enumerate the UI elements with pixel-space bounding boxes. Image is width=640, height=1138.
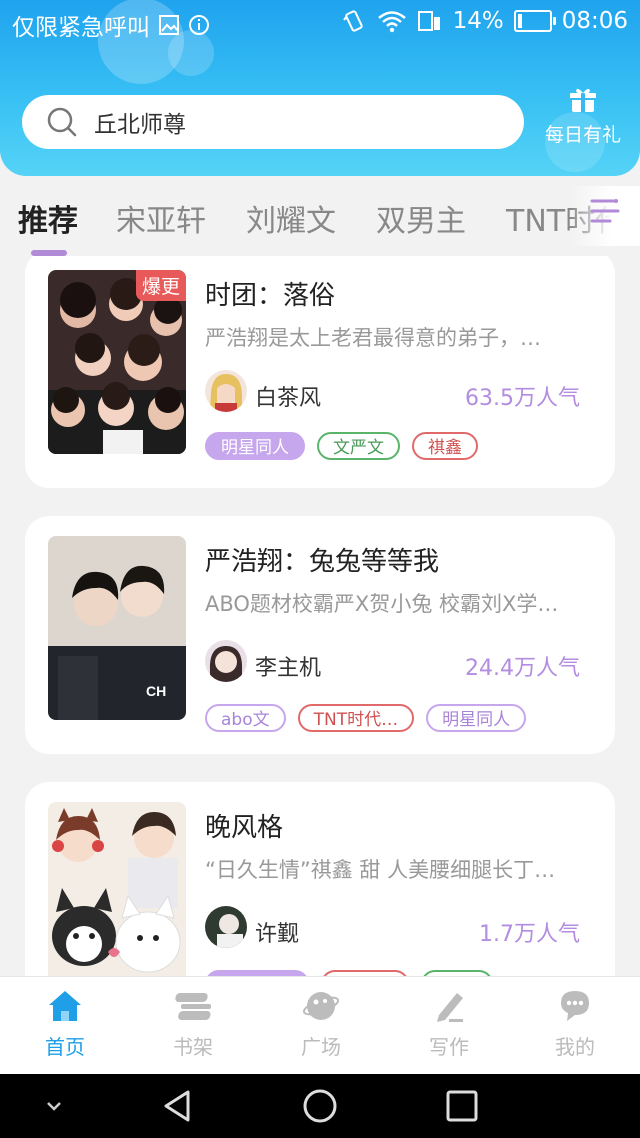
popularity-count: 63.5万人气 [465, 386, 580, 411]
search-bar[interactable]: 丘北师尊 [22, 95, 524, 149]
wifi-icon [377, 11, 406, 33]
nav-bookshelf[interactable]: 书架 [129, 989, 257, 1060]
tag-list: 明星同人 文严文 祺鑫 [205, 432, 478, 460]
book-description: 严浩翔是太上老君最得意的弟子，… [205, 326, 541, 350]
tab-song-yaxuan[interactable]: 宋亚轩 [116, 196, 206, 240]
tab-recommend[interactable]: 推荐 [18, 196, 78, 240]
clock: 08:06 [561, 8, 628, 34]
avatar[interactable] [205, 640, 247, 682]
nav-label: 广场 [301, 1035, 341, 1059]
recents-icon[interactable] [444, 1088, 480, 1124]
tag[interactable]: 文严文 [317, 432, 400, 460]
search-icon [47, 107, 77, 137]
popularity-count: 1.7万人气 [479, 922, 580, 947]
avatar[interactable] [205, 906, 247, 948]
book-list: 爆更 时团：落俗 严浩翔是太上老君最得意的弟子，… 白茶风 63.5万人气 明星… [0, 256, 640, 976]
book-title[interactable]: 晚风格 [205, 807, 283, 844]
gift-label: 每日有礼 [544, 124, 621, 146]
bookshelf-icon [175, 993, 211, 1020]
pen-icon [437, 993, 463, 1022]
tag-list: abo文 TNT时代… 明星同人 [205, 704, 527, 732]
popularity-count: 24.4万人气 [465, 656, 580, 681]
nav-home[interactable]: 首页 [1, 989, 129, 1060]
nav-profile[interactable]: 我的 [511, 989, 639, 1060]
nav-plaza[interactable]: 广场 [257, 989, 385, 1060]
profile-icon [561, 991, 589, 1021]
sim-icon [417, 11, 440, 31]
tag[interactable]: TNT时代… [297, 704, 415, 732]
category-tabs: 推荐 宋亚轩 刘耀文 双男主 TNT时代少 [0, 186, 640, 252]
status-bar: 仅限紧急呼叫 14% 08:06 [0, 0, 640, 46]
book-card[interactable]: 爆更 时团：落俗 严浩翔是太上老君最得意的弟子，… 白茶风 63.5万人气 明星… [25, 256, 615, 488]
author-name[interactable]: 李主机 [255, 650, 321, 682]
author-name[interactable]: 白茶风 [255, 380, 321, 412]
book-cover: 爆更 [48, 270, 186, 454]
nav-label: 首页 [45, 1035, 85, 1059]
hot-badge: 爆更 [135, 270, 186, 301]
book-card[interactable]: 晚风格 “日久生情”祺鑫 甜 人美腰细腿长丁… 许觐 1.7万人气 [25, 782, 615, 976]
image-icon [159, 15, 179, 35]
book-cover: CH [48, 536, 186, 720]
vibrate-icon [342, 10, 363, 32]
home-circle-icon[interactable] [302, 1088, 338, 1124]
info-icon [189, 15, 209, 35]
gift-icon [570, 88, 596, 112]
tag[interactable]: abo文 [205, 704, 286, 732]
notification-text: 仅限紧急呼叫 [12, 15, 150, 41]
home-icon [49, 991, 81, 1021]
battery-icon [513, 10, 556, 32]
search-input[interactable]: 丘北师尊 [94, 105, 186, 139]
nav-label: 写作 [429, 1035, 469, 1059]
book-description: “日久生情”祺鑫 甜 人美腰细腿长丁… [205, 858, 556, 882]
chevron-down-icon[interactable] [42, 1096, 66, 1116]
book-title[interactable]: 时团：落俗 [205, 275, 335, 312]
bottom-nav: 首页 书架 广场 写作 我的 [0, 976, 640, 1075]
book-cover [48, 802, 186, 976]
system-navigation-bar [0, 1074, 640, 1138]
tag[interactable]: 祺鑫 [412, 432, 478, 460]
tab-menu-icon[interactable] [588, 194, 622, 228]
book-description: ABO题材校霸严X贺小兔 校霸刘X学… [205, 592, 559, 616]
tag[interactable]: 明星同人 [205, 432, 305, 460]
book-title[interactable]: 严浩翔：兔兔等等我 [205, 541, 439, 578]
daily-gift-button[interactable]: 每日有礼 [538, 86, 628, 147]
tab-liu-yaowen[interactable]: 刘耀文 [246, 196, 336, 240]
svg-text:CH: CH [146, 683, 166, 699]
tab-bl[interactable]: 双男主 [376, 196, 466, 240]
avatar[interactable] [205, 370, 247, 412]
header: 仅限紧急呼叫 14% 08:06 丘北师尊 每日有礼 [0, 0, 640, 176]
nav-write[interactable]: 写作 [385, 989, 513, 1060]
tag[interactable]: 明星同人 [426, 704, 527, 732]
book-card[interactable]: CH 严浩翔：兔兔等等我 ABO题材校霸严X贺小兔 校霸刘X学… 李主机 24.… [25, 516, 615, 754]
nav-label: 书架 [173, 1035, 213, 1059]
back-icon[interactable] [160, 1088, 196, 1124]
nav-label: 我的 [555, 1035, 595, 1059]
plaza-icon [302, 992, 340, 1020]
author-name[interactable]: 许觐 [255, 916, 299, 948]
battery-percent: 14% [452, 8, 504, 34]
